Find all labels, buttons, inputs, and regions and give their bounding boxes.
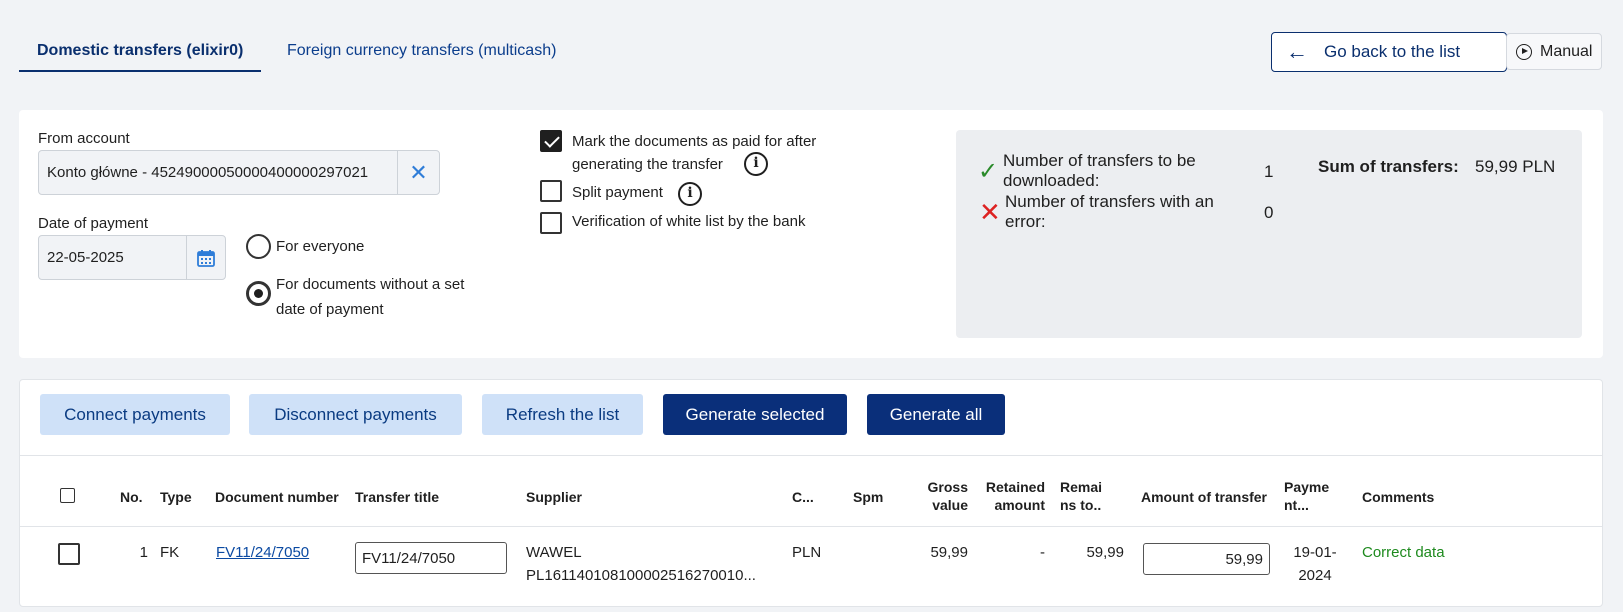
info-icon-split-payment[interactable]: i [678,182,702,206]
refresh-list-button[interactable]: Refresh the list [482,394,643,435]
arrow-left-icon: ← [1286,39,1308,64]
column-header-retained-amount[interactable]: Retained amount [980,478,1045,514]
manual-label: Manual [1540,42,1593,60]
from-account-field[interactable]: Konto główne - 4524900005000040000029702… [38,150,440,195]
column-header-document-number[interactable]: Document number [215,488,339,506]
column-header-type[interactable]: Type [160,488,192,506]
calendar-icon [197,249,215,267]
row-supplier: WAWEL PL161140108100002516270010... [526,544,756,584]
play-circle-icon [1516,43,1532,60]
generate-all-button[interactable]: Generate all [867,394,1005,435]
checkbox-white-list-verification[interactable] [540,212,562,234]
date-of-payment-value: 22-05-2025 [47,249,124,266]
error-cross-icon: ✕ [979,197,1001,227]
transfers-to-download-label: Number of transfers to be downloaded: [1003,151,1196,190]
column-header-payment[interactable]: Payme nt... [1284,478,1329,514]
close-icon: ✕ [409,159,428,185]
from-account-value: Konto główne - 4524900005000040000029702… [47,164,369,181]
radio-without-set-date[interactable] [246,281,271,306]
from-account-label: From account [38,130,130,147]
radio-for-everyone[interactable] [246,234,271,259]
transfers-with-error-count: 0 [1264,203,1274,222]
clear-account-button[interactable]: ✕ [397,151,439,194]
divider [20,526,1602,527]
row-payment-date: 19-01- 2024 [1293,544,1337,584]
row-type: FK [160,544,180,561]
row-remains: 59,99 [1086,544,1124,561]
info-icon-mark-paid[interactable]: i [744,152,768,176]
split-payment-label: Split payment [572,184,663,201]
calendar-button[interactable] [186,236,225,279]
disconnect-payments-button[interactable]: Disconnect payments [249,394,462,435]
date-of-payment-label: Date of payment [38,215,149,232]
row-number: 1 [139,544,148,561]
connect-payments-button[interactable]: Connect payments [40,394,230,435]
tab-foreign-currency-transfers[interactable]: Foreign currency transfers (multicash) [269,30,574,72]
date-of-payment-field[interactable]: 22-05-2025 [38,235,226,280]
row-retained-amount: - [1040,544,1045,561]
column-header-no[interactable]: No. [120,488,143,506]
sum-of-transfers-value: 59,99 PLN [1475,157,1556,176]
transfers-with-error-label: Number of transfers with an error: [1005,192,1214,231]
amount-of-transfer-value: 59,99 [1225,550,1263,568]
transfers-to-download-count: 1 [1264,162,1274,181]
sum-of-transfers-label: Sum of transfers: [1318,157,1459,176]
row-select-checkbox[interactable] [58,543,80,565]
transfer-title-input[interactable]: FV11/24/7050 [355,542,507,574]
column-header-supplier[interactable]: Supplier [526,488,582,506]
row-currency: PLN [792,544,822,561]
checkbox-split-payment[interactable] [540,180,562,202]
radio-for-everyone-label: For everyone [276,238,365,255]
row-gross-value: 59,99 [930,544,968,561]
check-icon: ✓ [978,158,999,185]
manual-button[interactable]: Manual [1506,33,1602,70]
column-header-transfer-title[interactable]: Transfer title [355,488,439,506]
go-back-label: Go back to the list [1324,42,1461,61]
column-header-comments[interactable]: Comments [1362,488,1434,506]
go-back-button[interactable]: ← Go back to the list [1271,32,1507,72]
radio-without-set-date-label: For documents without a set date of paym… [276,276,465,318]
generate-selected-button[interactable]: Generate selected [663,394,847,435]
checkbox-mark-as-paid[interactable] [540,130,562,152]
divider [20,455,1602,456]
column-header-gross-value[interactable]: Gross value [910,478,968,514]
column-header-spm[interactable]: Spm [853,488,883,506]
column-header-remains[interactable]: Remai ns to.. [1060,478,1102,514]
column-header-currency[interactable]: C... [792,488,814,506]
white-list-verification-label: Verification of white list by the bank [572,213,806,230]
mark-as-paid-label: Mark the documents as paid for after gen… [572,133,817,173]
amount-of-transfer-input[interactable]: 59,99 [1143,543,1270,575]
column-header-amount-of-transfer[interactable]: Amount of transfer [1141,488,1267,506]
transfer-title-value: FV11/24/7050 [362,549,456,567]
tab-domestic-transfers[interactable]: Domestic transfers (elixir0) [19,30,262,72]
select-all-checkbox[interactable] [60,488,75,503]
document-number-link[interactable]: FV11/24/7050 [216,541,309,564]
row-comments: Correct data [1362,544,1445,561]
